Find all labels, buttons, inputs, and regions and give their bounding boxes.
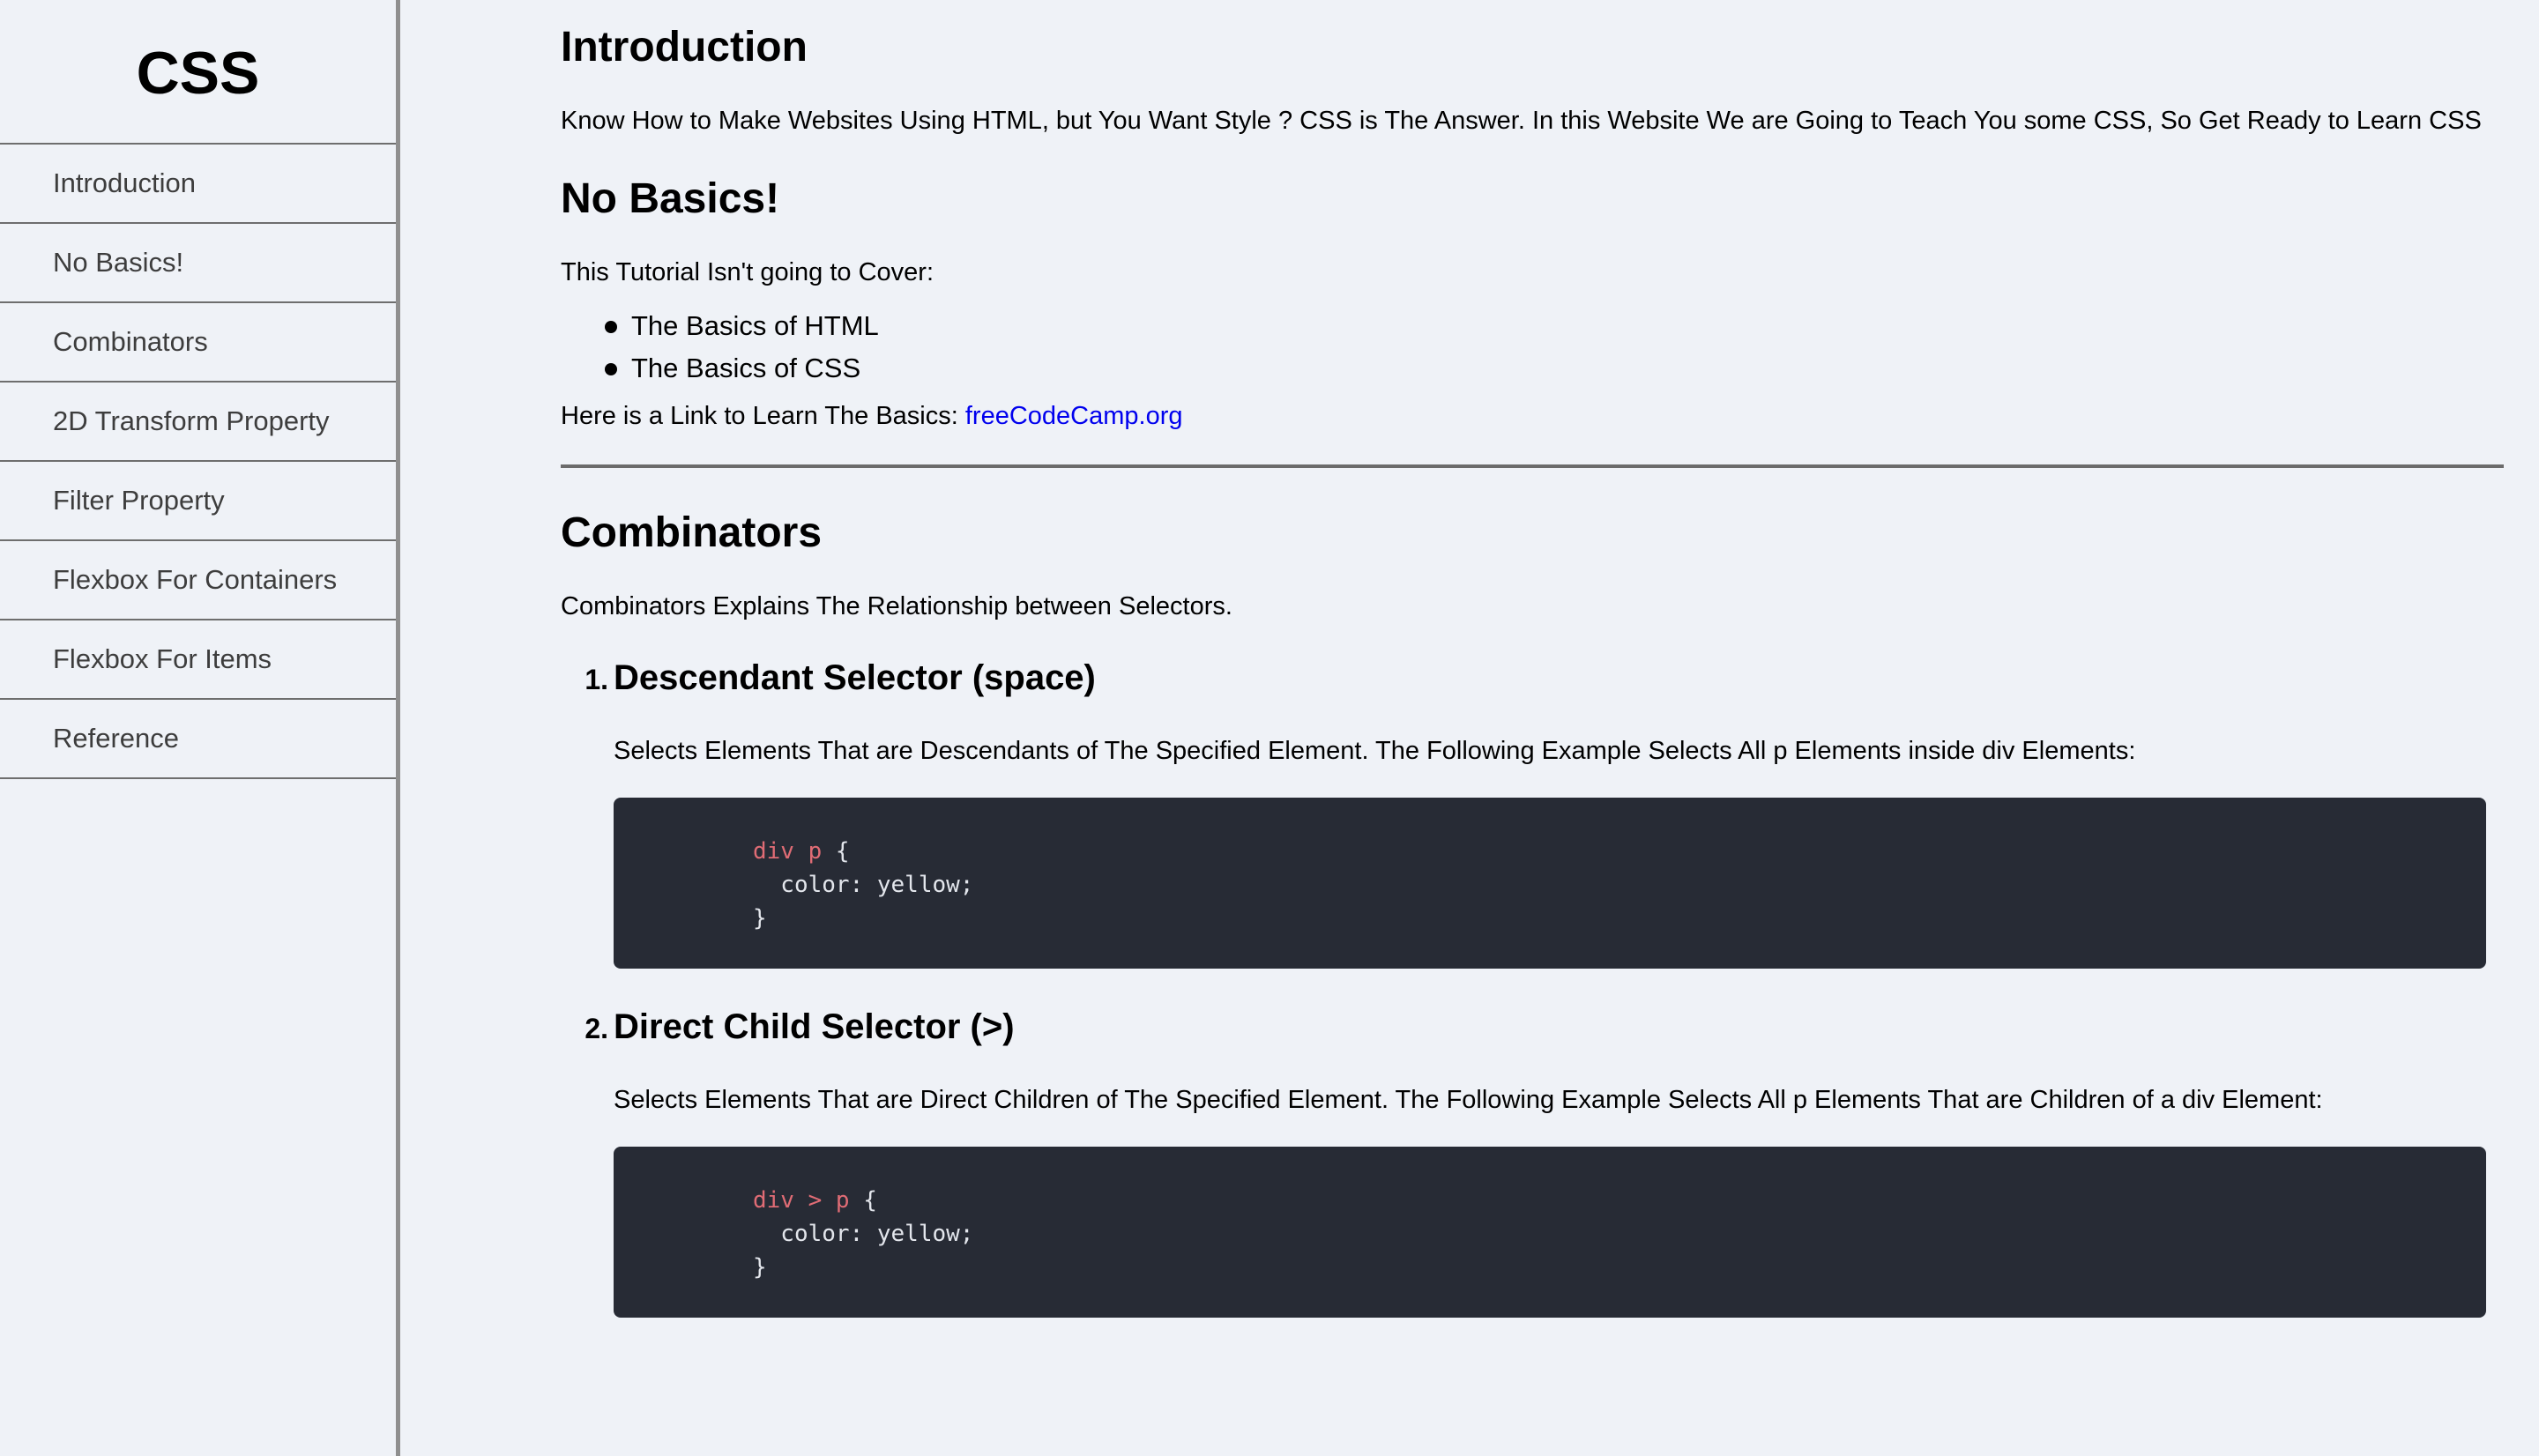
combinators-intro: Combinators Explains The Relationship be…: [561, 592, 1232, 620]
bullet-icon: [605, 363, 617, 375]
basics-link-line: Here is a Link to Learn The Basics: free…: [561, 402, 2504, 431]
list-item: The Basics of HTML: [605, 305, 2504, 347]
item-number: 1.: [584, 664, 608, 695]
nav-item-flexbox-items[interactable]: Flexbox For Items: [0, 620, 396, 700]
section-divider: [561, 464, 2504, 468]
list-item: The Basics of CSS: [605, 347, 2504, 390]
no-basics-intro: This Tutorial Isn't going to Cover:: [561, 258, 934, 286]
combinators-heading: Combinators: [561, 509, 823, 556]
code-block: div p { color: yellow; }: [614, 798, 2486, 969]
item-title: Direct Child Selector (>): [614, 1007, 1015, 1046]
introduction-text: Know How to Make Websites Using HTML, bu…: [561, 107, 2482, 135]
nav-item-no-basics[interactable]: No Basics!: [0, 224, 396, 303]
item-number: 2.: [584, 1013, 608, 1044]
section-no-basics: No Basics! This Tutorial Isn't going to …: [561, 175, 2504, 468]
section-introduction: Introduction Know How to Make Websites U…: [561, 23, 2504, 136]
direct-child-selector-description: Selects Elements That are Direct Childre…: [614, 1086, 2323, 1114]
nav-item-filter-property[interactable]: Filter Property: [0, 462, 396, 541]
freecodecamp-link[interactable]: freeCodeCamp.org: [965, 402, 1183, 430]
code-block: div > p { color: yellow; }: [614, 1147, 2486, 1318]
bullet-icon: [605, 321, 617, 333]
item-title: Descendant Selector (space): [614, 658, 1096, 697]
nav-item-2d-transform[interactable]: 2D Transform Property: [0, 383, 396, 462]
no-basics-list: The Basics of HTML The Basics of CSS: [561, 305, 2504, 390]
nav-item-introduction[interactable]: Introduction: [0, 145, 396, 224]
nav-item-flexbox-containers[interactable]: Flexbox For Containers: [0, 541, 396, 620]
sidebar-nav: CSS Introduction No Basics! Combinators …: [0, 0, 400, 1456]
no-basics-heading: No Basics!: [561, 175, 780, 222]
nav-item-reference[interactable]: Reference: [0, 700, 396, 779]
introduction-heading: Introduction: [561, 24, 808, 71]
nav-item-combinators[interactable]: Combinators: [0, 303, 396, 383]
page: CSS Introduction No Basics! Combinators …: [0, 0, 2539, 1456]
descendant-selector-description: Selects Elements That are Descendants of…: [614, 737, 2136, 765]
code-selector: div p: [753, 838, 823, 865]
code-selector: div > p: [753, 1187, 850, 1214]
direct-child-selector-heading: 2. Direct Child Selector (>): [561, 1007, 2504, 1047]
basics-link-prefix: Here is a Link to Learn The Basics:: [561, 402, 965, 430]
descendant-selector-heading: 1. Descendant Selector (space): [561, 658, 2504, 698]
main-content[interactable]: Introduction Know How to Make Websites U…: [400, 0, 2539, 1456]
section-combinators: Combinators Combinators Explains The Rel…: [561, 509, 2504, 1318]
sidebar-title: CSS: [0, 0, 396, 145]
